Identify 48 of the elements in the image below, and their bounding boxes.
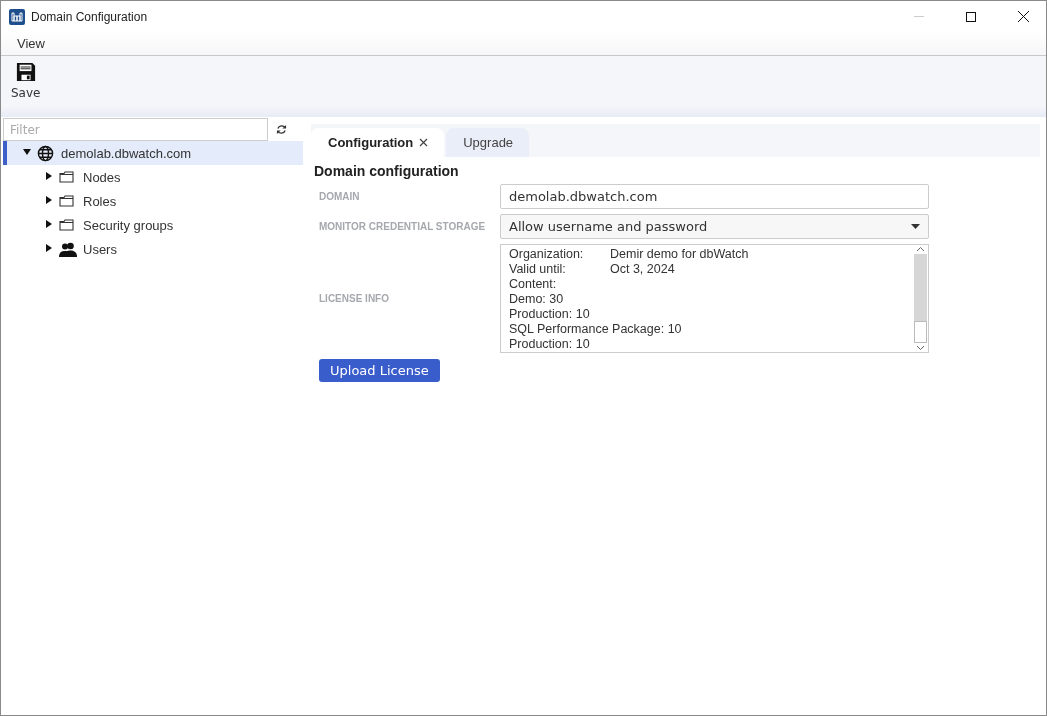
- license-line-label: Organization:: [509, 247, 585, 262]
- collapsed-arrow-icon[interactable]: [45, 220, 53, 228]
- field-label: MONITOR CREDENTIAL STORAGE: [319, 221, 487, 232]
- field-label: LICENSE INFO: [319, 293, 390, 304]
- close-icon[interactable]: [419, 138, 429, 147]
- scrollbar[interactable]: [914, 245, 927, 352]
- field-label: DOMAIN: [319, 191, 361, 202]
- tree-item[interactable]: Security groups: [3, 213, 303, 237]
- tree-item[interactable]: demolab.dbwatch.com: [3, 141, 303, 165]
- section-heading: Domain configuration: [314, 163, 460, 179]
- domain-input-field[interactable]: demolab.dbwatch.com: [500, 184, 929, 209]
- license-line-label: Demo: 30: [509, 292, 564, 307]
- filter-field[interactable]: Filter: [3, 118, 268, 141]
- refresh-icon[interactable]: [276, 124, 287, 135]
- app-logo-icon: [9, 8, 25, 25]
- globe-icon: [37, 144, 54, 162]
- tree-item[interactable]: Users: [3, 237, 303, 261]
- tab[interactable]: Upgrade: [446, 128, 530, 157]
- scrollbar-thumb[interactable]: [914, 321, 927, 343]
- license-line-label: Valid until:: [509, 262, 567, 277]
- license-line-label: SQL Performance Package: 10: [509, 322, 682, 337]
- maximize-icon[interactable]: [966, 11, 976, 22]
- license-line-label: Content:: [509, 277, 557, 292]
- users-icon: [59, 241, 77, 257]
- save-button[interactable]: Save: [7, 56, 45, 106]
- collapsed-arrow-icon[interactable]: [45, 196, 53, 204]
- dropdown-caret-icon: [911, 224, 920, 229]
- license-line-value: Oct 3, 2024: [610, 262, 675, 277]
- close-icon[interactable]: [1017, 11, 1029, 22]
- upload-license-button[interactable]: Upload License: [319, 359, 440, 382]
- expanded-arrow-icon[interactable]: [23, 148, 31, 156]
- license-line-label: Production: 10: [509, 307, 590, 322]
- folder-icon: [59, 195, 74, 207]
- license-line-label: Production: 10: [509, 337, 590, 352]
- collapsed-arrow-icon[interactable]: [45, 172, 53, 180]
- window-title: Domain Configuration: [31, 9, 149, 24]
- tab[interactable]: Configuration: [311, 128, 445, 157]
- license-info-text-area[interactable]: Organization: Demir demo for dbWatch Valid until: Oct 3, 2024 Content: Demo: 30 Production: 10 SQL Performance Package: 10 Production: 10: [500, 244, 929, 353]
- tree-item[interactable]: Roles: [3, 189, 303, 213]
- scroll-down-icon[interactable]: [916, 343, 925, 352]
- tree-item[interactable]: Nodes: [3, 165, 303, 189]
- menu-item[interactable]: View: [9, 36, 53, 51]
- folder-icon: [59, 171, 74, 183]
- scroll-up-icon[interactable]: [916, 245, 925, 254]
- collapsed-arrow-icon[interactable]: [45, 244, 53, 252]
- credential-storage-dropdown[interactable]: Allow username and password: [500, 214, 929, 239]
- folder-icon: [59, 219, 74, 231]
- license-line-value: Demir demo for dbWatch: [610, 247, 749, 262]
